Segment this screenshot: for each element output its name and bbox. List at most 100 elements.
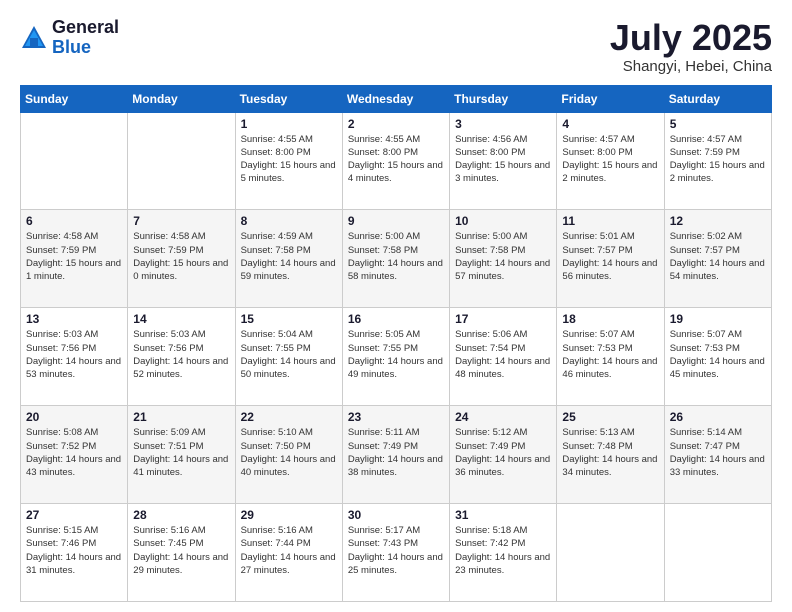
day-info: Sunrise: 5:01 AM Sunset: 7:57 PM Dayligh… (562, 230, 658, 283)
day-number: 4 (562, 117, 658, 131)
day-info: Sunrise: 4:59 AM Sunset: 7:58 PM Dayligh… (241, 230, 337, 283)
table-row: 17 Sunrise: 5:06 AM Sunset: 7:54 PM Dayli… (450, 308, 557, 406)
day-number: 27 (26, 508, 122, 522)
day-number: 10 (455, 214, 551, 228)
day-info: Sunrise: 5:17 AM Sunset: 7:43 PM Dayligh… (348, 524, 444, 577)
table-row: 19 Sunrise: 5:07 AM Sunset: 7:53 PM Dayli… (664, 308, 771, 406)
day-number: 24 (455, 410, 551, 424)
table-row: 25 Sunrise: 5:13 AM Sunset: 7:48 PM Dayli… (557, 406, 664, 504)
day-info: Sunrise: 4:55 AM Sunset: 8:00 PM Dayligh… (241, 133, 337, 186)
day-number: 3 (455, 117, 551, 131)
day-info: Sunrise: 4:55 AM Sunset: 8:00 PM Dayligh… (348, 133, 444, 186)
logo-general: General (52, 18, 119, 38)
day-info: Sunrise: 5:05 AM Sunset: 7:55 PM Dayligh… (348, 328, 444, 381)
table-row: 13Sunrise: 5:03 AM Sunset: 7:56 PM Dayli… (21, 308, 128, 406)
day-number: 5 (670, 117, 766, 131)
day-number: 26 (670, 410, 766, 424)
calendar-table: Sunday Monday Tuesday Wednesday Thursday… (20, 85, 772, 602)
table-row: 7 Sunrise: 4:58 AM Sunset: 7:59 PM Daylig… (128, 210, 235, 308)
day-info: Sunrise: 5:14 AM Sunset: 7:47 PM Dayligh… (670, 426, 766, 479)
table-row (128, 112, 235, 210)
day-number: 8 (241, 214, 337, 228)
calendar-week-row: 20Sunrise: 5:08 AM Sunset: 7:52 PM Dayli… (21, 406, 772, 504)
table-row (664, 504, 771, 602)
table-row: 23 Sunrise: 5:11 AM Sunset: 7:49 PM Dayli… (342, 406, 449, 504)
day-info: Sunrise: 5:11 AM Sunset: 7:49 PM Dayligh… (348, 426, 444, 479)
col-wednesday: Wednesday (342, 85, 449, 112)
col-saturday: Saturday (664, 85, 771, 112)
table-row: 20Sunrise: 5:08 AM Sunset: 7:52 PM Dayli… (21, 406, 128, 504)
day-info: Sunrise: 5:03 AM Sunset: 7:56 PM Dayligh… (26, 328, 122, 381)
calendar-week-row: 27 Sunrise: 5:15 AM Sunset: 7:46 PM Dayli… (21, 504, 772, 602)
day-info: Sunrise: 4:58 AM Sunset: 7:59 PM Dayligh… (26, 230, 122, 283)
day-info: Sunrise: 4:58 AM Sunset: 7:59 PM Dayligh… (133, 230, 229, 283)
day-info: Sunrise: 5:12 AM Sunset: 7:49 PM Dayligh… (455, 426, 551, 479)
title-block: July 2025 Shangyi, Hebei, China (610, 18, 772, 75)
calendar-week-row: 1 Sunrise: 4:55 AM Sunset: 8:00 PM Daylig… (21, 112, 772, 210)
calendar-week-row: 6 Sunrise: 4:58 AM Sunset: 7:59 PM Daylig… (21, 210, 772, 308)
day-info: Sunrise: 5:13 AM Sunset: 7:48 PM Dayligh… (562, 426, 658, 479)
table-row: 26 Sunrise: 5:14 AM Sunset: 7:47 PM Dayli… (664, 406, 771, 504)
col-thursday: Thursday (450, 85, 557, 112)
day-info: Sunrise: 5:10 AM Sunset: 7:50 PM Dayligh… (241, 426, 337, 479)
table-row: 12 Sunrise: 5:02 AM Sunset: 7:57 PM Dayli… (664, 210, 771, 308)
col-friday: Friday (557, 85, 664, 112)
logo-text: General Blue (52, 18, 119, 58)
table-row: 5 Sunrise: 4:57 AM Sunset: 7:59 PM Daylig… (664, 112, 771, 210)
day-info: Sunrise: 5:07 AM Sunset: 7:53 PM Dayligh… (670, 328, 766, 381)
table-row: 24 Sunrise: 5:12 AM Sunset: 7:49 PM Dayli… (450, 406, 557, 504)
day-info: Sunrise: 5:06 AM Sunset: 7:54 PM Dayligh… (455, 328, 551, 381)
table-row: 11 Sunrise: 5:01 AM Sunset: 7:57 PM Dayli… (557, 210, 664, 308)
col-sunday: Sunday (21, 85, 128, 112)
table-row (21, 112, 128, 210)
logo-blue: Blue (52, 38, 119, 58)
table-row: 9 Sunrise: 5:00 AM Sunset: 7:58 PM Daylig… (342, 210, 449, 308)
day-number: 17 (455, 312, 551, 326)
table-row: 15Sunrise: 5:04 AM Sunset: 7:55 PM Dayli… (235, 308, 342, 406)
day-number: 20 (26, 410, 122, 424)
day-info: Sunrise: 4:57 AM Sunset: 8:00 PM Dayligh… (562, 133, 658, 186)
col-monday: Monday (128, 85, 235, 112)
day-info: Sunrise: 5:15 AM Sunset: 7:46 PM Dayligh… (26, 524, 122, 577)
day-number: 18 (562, 312, 658, 326)
day-number: 31 (455, 508, 551, 522)
table-row: 8 Sunrise: 4:59 AM Sunset: 7:58 PM Daylig… (235, 210, 342, 308)
day-number: 9 (348, 214, 444, 228)
day-number: 16 (348, 312, 444, 326)
day-number: 2 (348, 117, 444, 131)
day-number: 23 (348, 410, 444, 424)
table-row: 14Sunrise: 5:03 AM Sunset: 7:56 PM Dayli… (128, 308, 235, 406)
table-row: 30 Sunrise: 5:17 AM Sunset: 7:43 PM Dayli… (342, 504, 449, 602)
month-title: July 2025 (610, 18, 772, 58)
day-info: Sunrise: 5:04 AM Sunset: 7:55 PM Dayligh… (241, 328, 337, 381)
day-info: Sunrise: 4:56 AM Sunset: 8:00 PM Dayligh… (455, 133, 551, 186)
table-row: 18Sunrise: 5:07 AM Sunset: 7:53 PM Dayli… (557, 308, 664, 406)
day-info: Sunrise: 5:03 AM Sunset: 7:56 PM Dayligh… (133, 328, 229, 381)
day-info: Sunrise: 5:02 AM Sunset: 7:57 PM Dayligh… (670, 230, 766, 283)
day-number: 7 (133, 214, 229, 228)
day-info: Sunrise: 5:16 AM Sunset: 7:44 PM Dayligh… (241, 524, 337, 577)
day-number: 19 (670, 312, 766, 326)
day-info: Sunrise: 5:09 AM Sunset: 7:51 PM Dayligh… (133, 426, 229, 479)
day-number: 12 (670, 214, 766, 228)
day-number: 28 (133, 508, 229, 522)
day-number: 25 (562, 410, 658, 424)
day-number: 6 (26, 214, 122, 228)
table-row: 2 Sunrise: 4:55 AM Sunset: 8:00 PM Daylig… (342, 112, 449, 210)
day-number: 11 (562, 214, 658, 228)
day-info: Sunrise: 5:16 AM Sunset: 7:45 PM Dayligh… (133, 524, 229, 577)
day-number: 21 (133, 410, 229, 424)
day-info: Sunrise: 5:00 AM Sunset: 7:58 PM Dayligh… (348, 230, 444, 283)
table-row: 29Sunrise: 5:16 AM Sunset: 7:44 PM Dayli… (235, 504, 342, 602)
table-row: 10Sunrise: 5:00 AM Sunset: 7:58 PM Dayli… (450, 210, 557, 308)
calendar-header-row: Sunday Monday Tuesday Wednesday Thursday… (21, 85, 772, 112)
table-row: 16 Sunrise: 5:05 AM Sunset: 7:55 PM Dayli… (342, 308, 449, 406)
day-info: Sunrise: 4:57 AM Sunset: 7:59 PM Dayligh… (670, 133, 766, 186)
day-info: Sunrise: 5:18 AM Sunset: 7:42 PM Dayligh… (455, 524, 551, 577)
table-row: 22Sunrise: 5:10 AM Sunset: 7:50 PM Dayli… (235, 406, 342, 504)
logo-icon (20, 24, 48, 52)
table-row (557, 504, 664, 602)
col-tuesday: Tuesday (235, 85, 342, 112)
day-number: 30 (348, 508, 444, 522)
day-number: 1 (241, 117, 337, 131)
